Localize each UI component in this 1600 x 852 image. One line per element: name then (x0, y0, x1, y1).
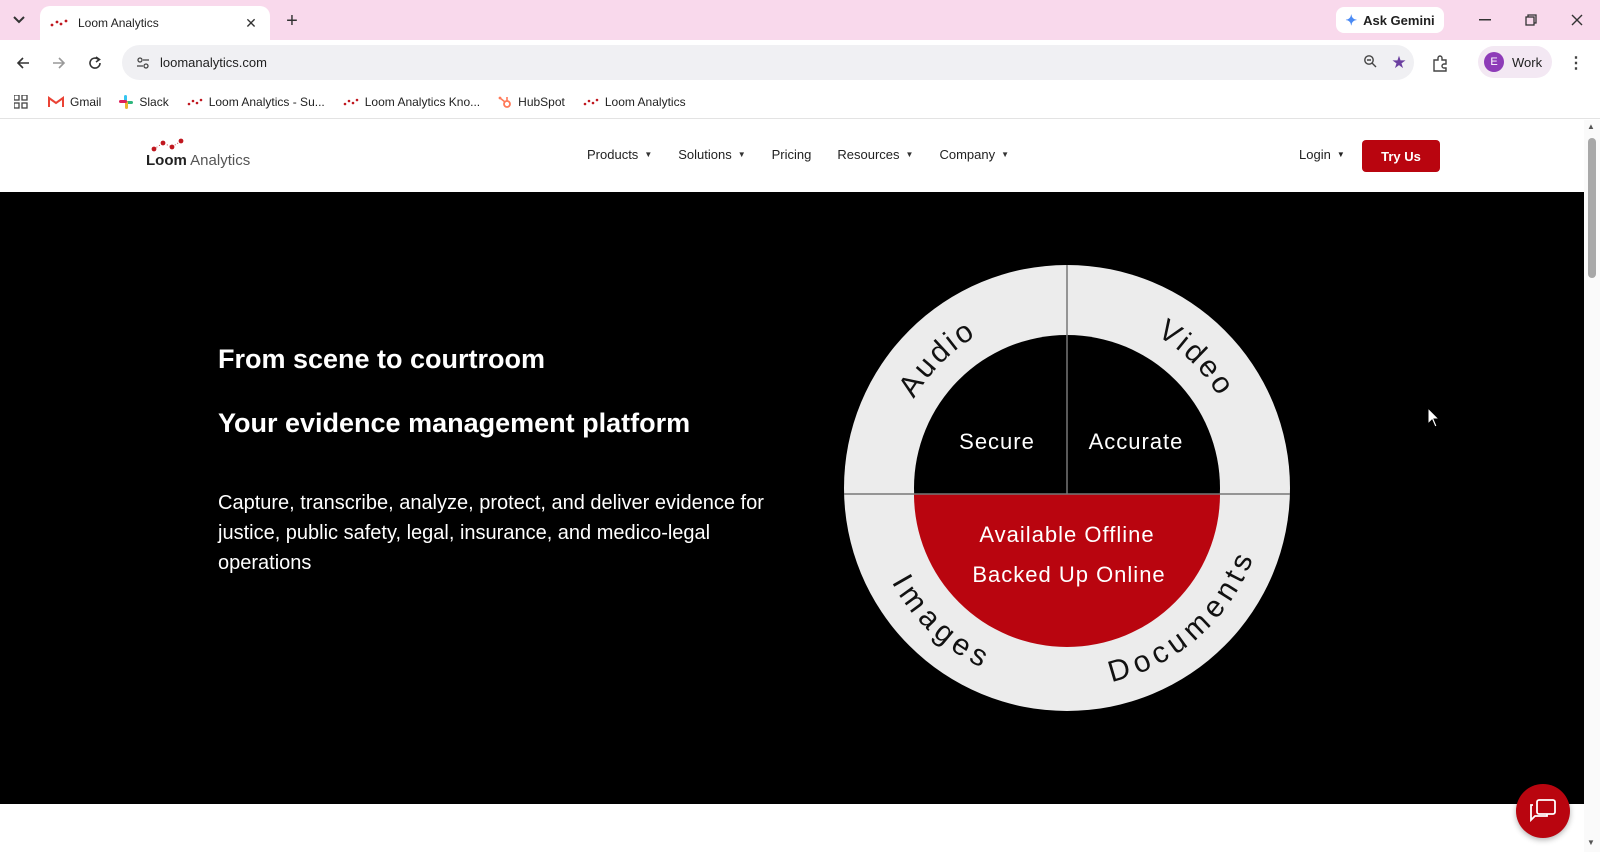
back-arrow-icon[interactable] (10, 50, 36, 76)
site-logo[interactable]: Loom Analytics (146, 138, 266, 178)
logo-wordmark: Loom Analytics (146, 152, 251, 169)
chat-bubble-icon (1530, 799, 1556, 823)
login-menu[interactable]: Login ▼ (1299, 147, 1345, 162)
bookmark-loom-support[interactable]: Loom Analytics - Su... (187, 95, 325, 109)
forward-arrow-icon[interactable] (46, 50, 72, 76)
extensions-puzzle-icon[interactable] (1428, 52, 1452, 76)
loom-icon (187, 98, 203, 106)
bookmark-label: Slack (139, 94, 169, 109)
bookmark-hubspot[interactable]: HubSpot (498, 95, 565, 109)
bookmark-loom-home[interactable]: Loom Analytics (583, 95, 686, 109)
menu-resources[interactable]: Resources ▼ (837, 147, 913, 162)
profile-button[interactable]: E Work (1478, 46, 1552, 78)
reload-icon[interactable] (82, 50, 108, 76)
ask-gemini-label: Ask Gemini (1363, 12, 1435, 28)
mouse-cursor-icon (1427, 407, 1441, 428)
hero-heading: From scene to courtroom (218, 344, 546, 374)
hero-subheading: Your evidence management platform (218, 408, 691, 438)
bookmarks-bar: Gmail Slack Loom Analytics - Su... Loom … (0, 85, 1600, 119)
inner-label-secure: Secure (959, 429, 1035, 454)
more-menu-icon[interactable]: ⋮ (1566, 52, 1586, 74)
hero-description: Capture, transcribe, analyze, protect, a… (218, 492, 764, 574)
main-menu: Products ▼ Solutions ▼ Pricing Resources ▼ … (587, 147, 1035, 162)
address-bar[interactable]: loomanalytics.com ★ (122, 45, 1414, 80)
bookmark-label: Loom Analytics - Su... (208, 94, 325, 109)
bookmark-label: HubSpot (518, 94, 565, 109)
restore-icon[interactable] (1516, 8, 1546, 32)
caret-down-icon: ▼ (905, 150, 914, 159)
gmail-icon (48, 95, 64, 108)
bookmark-loom-knowledge[interactable]: Loom Analytics Kno... (343, 95, 480, 109)
gemini-sparkle-icon: ✦ (1345, 11, 1358, 28)
bookmark-label: Gmail (70, 94, 102, 109)
web-page: Loom Analytics Products ▼ Solutions ▼ Pric… (0, 120, 1584, 852)
tab-search-button[interactable] (6, 8, 32, 32)
tab-title: Loom Analytics (78, 16, 159, 30)
chat-widget-button[interactable] (1516, 784, 1570, 838)
scroll-up-icon[interactable]: ▲ (1587, 122, 1595, 131)
minimize-icon[interactable] (1470, 8, 1500, 32)
loom-favicon-icon (50, 19, 68, 27)
caret-down-icon: ▼ (737, 150, 746, 159)
caret-down-icon: ▼ (1001, 150, 1010, 159)
browser-tab[interactable]: Loom Analytics ✕ (40, 6, 270, 40)
scrollbar-thumb[interactable] (1588, 138, 1596, 278)
apps-grid-icon[interactable] (10, 94, 32, 109)
browser-toolbar: loomanalytics.com ★ E Work ⋮ (0, 40, 1600, 85)
slack-icon (119, 94, 134, 109)
hubspot-icon (498, 95, 512, 109)
scroll-down-icon[interactable]: ▼ (1587, 838, 1595, 847)
page-scrollbar[interactable]: ▲ ▼ (1584, 120, 1600, 852)
menu-company[interactable]: Company ▼ (939, 147, 1009, 162)
bookmark-slack[interactable]: Slack (119, 94, 169, 109)
inner-label-accurate: Accurate (1089, 429, 1184, 454)
menu-pricing[interactable]: Pricing (772, 147, 812, 162)
zoom-icon[interactable] (1356, 54, 1384, 71)
try-us-button[interactable]: Try Us (1362, 140, 1440, 172)
menu-solutions[interactable]: Solutions ▼ (678, 147, 745, 162)
tab-close-icon[interactable]: ✕ (242, 15, 260, 32)
caret-down-icon: ▼ (1336, 150, 1345, 159)
bookmark-gmail[interactable]: Gmail (48, 95, 101, 109)
close-window-icon[interactable] (1562, 8, 1592, 32)
bookmark-star-icon[interactable]: ★ (1384, 53, 1414, 73)
url-text[interactable]: loomanalytics.com (160, 55, 1356, 70)
hero-section: From scene to courtroom Your evidence ma… (0, 192, 1584, 804)
profile-label: Work (1512, 54, 1543, 70)
menu-products[interactable]: Products ▼ (587, 147, 652, 162)
tab-strip: Loom Analytics ✕ + ✦ Ask Gemini (0, 0, 1600, 40)
bookmark-label: Loom Analytics (604, 94, 686, 109)
logo-dots-icon (151, 138, 184, 152)
bottom-label-online: Backed Up Online (972, 562, 1165, 587)
caret-down-icon: ▼ (644, 150, 653, 159)
site-info-icon[interactable] (126, 56, 160, 70)
chevron-down-icon (13, 16, 25, 24)
avatar: E (1484, 52, 1504, 72)
ask-gemini-button[interactable]: ✦ Ask Gemini (1336, 7, 1444, 33)
bookmark-label: Loom Analytics Kno... (364, 94, 481, 109)
new-tab-button[interactable]: + (280, 9, 304, 33)
loom-icon (343, 98, 359, 106)
loom-icon (583, 98, 599, 106)
site-header: Loom Analytics Products ▼ Solutions ▼ Pric… (0, 120, 1584, 192)
bottom-label-offline: Available Offline (979, 522, 1154, 547)
features-wheel: Audio Video Images Documents Secure Accu… (844, 265, 1290, 711)
